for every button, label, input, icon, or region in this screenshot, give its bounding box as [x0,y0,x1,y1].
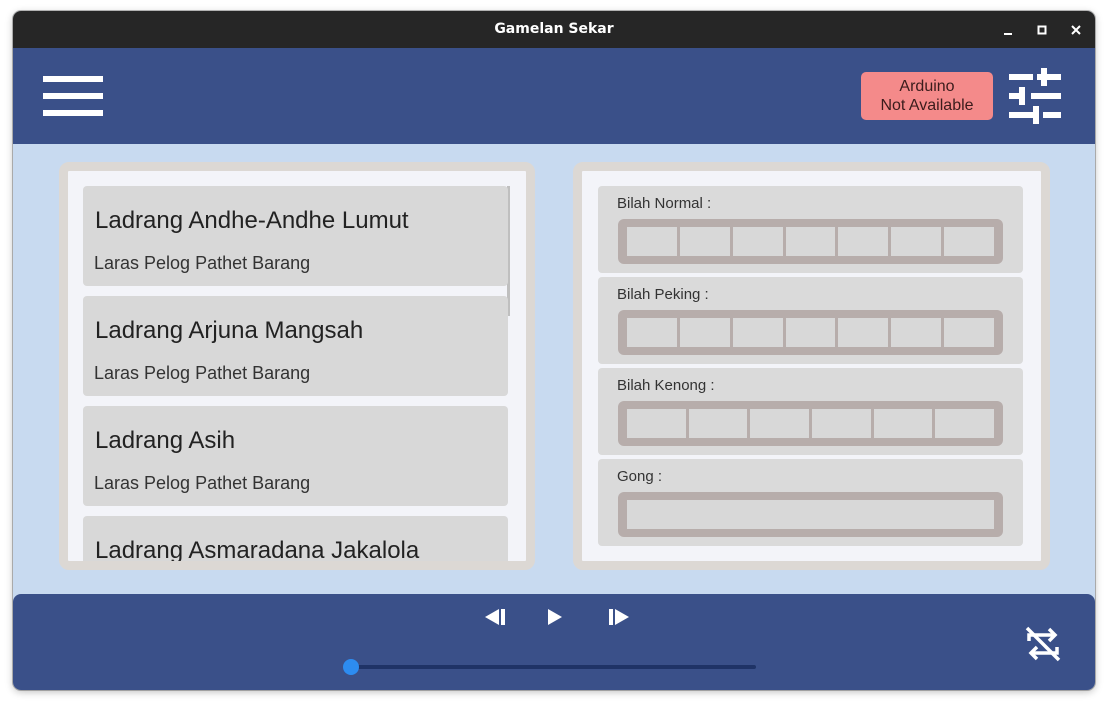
song-name: Ladrang Arjuna Mangsah [95,317,364,344]
arduino-status-badge: Arduino Not Available [861,72,993,120]
app-window: Gamelan Sekar Arduino Not Available Ladr… [13,11,1095,690]
window-title: Gamelan Sekar [494,21,614,37]
bilah-key[interactable] [679,318,730,347]
bilah-key[interactable] [838,227,889,256]
arduino-status-line1: Arduino [899,78,955,95]
bilah-key[interactable] [944,227,995,256]
bilah-kenong-label: Bilah Kenong : [617,377,715,394]
bilah-key[interactable] [785,227,836,256]
song-laras: Laras Pelog Pathet Barang [94,363,311,383]
bilah-key[interactable] [812,409,871,438]
bilah-key[interactable] [750,409,810,438]
song-item[interactable]: Ladrang Asih Laras Pelog Pathet Barang [83,406,508,506]
maximize-icon[interactable] [1031,19,1053,41]
bilah-peking-keys [618,310,1003,355]
player-bar [13,594,1095,690]
bilah-peking-label: Bilah Peking : [617,286,709,303]
bilah-key[interactable] [732,227,783,256]
song-item[interactable]: Ladrang Asmaradana Jakalola [83,516,508,564]
repeat-off-icon[interactable] [1023,624,1063,664]
bilah-key[interactable] [732,318,783,347]
seek-track[interactable] [351,665,756,669]
close-icon[interactable] [1065,19,1087,41]
bilah-key[interactable] [873,409,933,438]
menu-icon[interactable] [43,76,105,118]
song-item[interactable]: Ladrang Andhe-Andhe Lumut Laras Pelog Pa… [83,186,508,286]
bilah-normal-section: Bilah Normal : [598,186,1023,273]
song-name: Ladrang Andhe-Andhe Lumut [95,207,409,234]
bilah-panel: Bilah Normal : Bilah Peking : Bilah Keno… [573,162,1050,570]
bilah-key[interactable] [944,318,995,347]
bilah-normal-label: Bilah Normal : [617,195,712,212]
bilah-key[interactable] [891,227,942,256]
bilah-kenong-section: Bilah Kenong : [598,368,1023,455]
bilah-normal-keys [618,219,1003,264]
bilah-key[interactable] [688,409,748,438]
bilah-key[interactable] [627,227,677,256]
bilah-key[interactable] [838,318,889,347]
bilah-kenong-keys [618,401,1003,446]
song-laras: Laras Pelog Pathet Barang [94,253,311,273]
song-name: Ladrang Asih [95,427,236,454]
bilah-peking-section: Bilah Peking : [598,277,1023,364]
bilah-key[interactable] [627,409,686,438]
bilah-key[interactable] [935,409,995,438]
skip-next-icon[interactable] [607,607,631,632]
skip-previous-icon[interactable] [483,607,507,632]
bilah-key[interactable] [891,318,942,347]
song-name: Ladrang Asmaradana Jakalola [95,537,420,564]
minimize-icon[interactable] [997,19,1019,41]
song-laras: Laras Pelog Pathet Barang [94,473,311,493]
song-item[interactable]: Ladrang Arjuna Mangsah Laras Pelog Pathe… [83,296,508,396]
bilah-key[interactable] [627,318,677,347]
gong-section: Gong : [598,459,1023,546]
arduino-status-line2: Not Available [880,97,974,114]
play-icon[interactable] [545,607,565,632]
gong-keys [618,492,1003,537]
tune-icon[interactable] [1007,68,1063,124]
song-list-panel: Ladrang Andhe-Andhe Lumut Laras Pelog Pa… [59,162,535,570]
bilah-key[interactable] [679,227,730,256]
app-bar: Arduino Not Available [13,48,1095,144]
gong-label: Gong : [617,468,663,485]
gong-key[interactable] [627,500,994,529]
seek-thumb[interactable] [343,659,359,675]
title-bar: Gamelan Sekar [13,11,1095,48]
bilah-key[interactable] [785,318,836,347]
